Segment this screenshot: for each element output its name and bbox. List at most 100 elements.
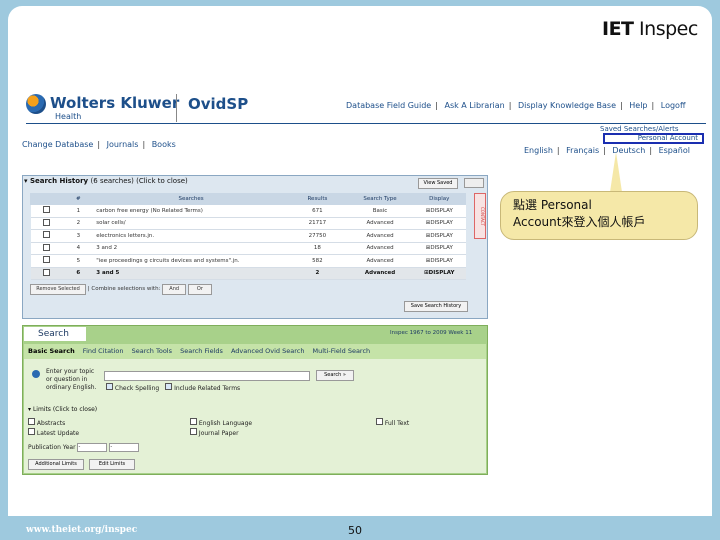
- link-books[interactable]: Books: [152, 140, 176, 149]
- lang-english[interactable]: English: [524, 146, 553, 155]
- row-search: electronics letters.jn.: [94, 229, 288, 243]
- link-change-database[interactable]: Change Database: [22, 140, 93, 149]
- link-help[interactable]: Help: [629, 101, 647, 110]
- enter-topic-line-3: ordinary English.: [46, 384, 97, 391]
- row-type: Advanced: [347, 267, 414, 280]
- page-number: 50: [348, 524, 362, 537]
- limit-label: Full Text: [384, 420, 410, 427]
- table-row: 4 3 and 2 18 Advanced ⊞DISPLAY: [30, 242, 466, 255]
- combine-and-button[interactable]: And: [162, 284, 187, 295]
- limit-journal-paper[interactable]: Journal Paper: [190, 428, 239, 437]
- row-select-cell: [30, 242, 63, 255]
- save-search-history-button[interactable]: Save Search History: [404, 301, 468, 312]
- search-panel-title: Search: [24, 327, 86, 341]
- table-row: 2 solar cells/ 21717 Advanced ⊞DISPLAY: [30, 217, 466, 230]
- limit-latest-update[interactable]: Latest Update: [28, 428, 79, 437]
- limit-checkbox[interactable]: [190, 428, 197, 435]
- column-header-display: Display: [412, 193, 467, 205]
- pub-year-to-select[interactable]: -: [109, 443, 140, 452]
- lang-espanol[interactable]: Español: [659, 146, 690, 155]
- limits-header[interactable]: ▾ Limits (Click to close): [28, 406, 97, 413]
- row-display-link[interactable]: ⊞DISPLAY: [413, 229, 466, 243]
- row-checkbox[interactable]: [42, 218, 50, 226]
- row-type: Basic: [347, 204, 414, 218]
- tab-search-tools[interactable]: Search Tools: [132, 347, 172, 355]
- wolters-kluwer-health: Health: [55, 112, 82, 121]
- limit-checkbox[interactable]: [28, 418, 35, 425]
- row-display-label: DISPLAY: [430, 207, 453, 214]
- table-row: 1 carbon free energy (No Related Terms) …: [30, 204, 466, 218]
- separator: |: [620, 101, 623, 110]
- combine-or-button[interactable]: Or: [187, 284, 212, 295]
- row-search: 3 and 2: [94, 242, 288, 255]
- search-history-header[interactable]: ▾ Search History (6 searches) (Click to …: [24, 177, 188, 185]
- row-select-cell: [30, 267, 63, 280]
- row-display-link[interactable]: ⊞DISPLAY: [413, 254, 466, 268]
- lang-francais[interactable]: Français: [566, 146, 599, 155]
- callout-pointer: [610, 152, 622, 192]
- row-type: Advanced: [347, 242, 414, 255]
- row-display-label: DISPLAY: [430, 257, 453, 264]
- link-database-field-guide[interactable]: Database Field Guide: [346, 101, 431, 110]
- limit-english-language[interactable]: English Language: [190, 418, 252, 427]
- row-search: solar cells/: [94, 217, 288, 230]
- separator: |: [97, 140, 101, 149]
- row-checkbox[interactable]: [42, 243, 50, 251]
- row-checkbox[interactable]: [42, 231, 50, 239]
- limit-checkbox[interactable]: [190, 418, 197, 425]
- additional-limits-button[interactable]: Additional Limits: [28, 459, 84, 470]
- row-num: 3: [62, 229, 95, 243]
- row-search: 3 and 5: [94, 267, 288, 280]
- view-saved-button[interactable]: View Saved: [418, 178, 458, 189]
- row-display-link[interactable]: ⊞DISPLAY: [413, 242, 466, 255]
- check-spelling-checkbox[interactable]: [106, 383, 113, 390]
- edit-limits-button[interactable]: Edit Limits: [89, 459, 135, 470]
- row-checkbox[interactable]: [42, 256, 50, 264]
- link-personal-account[interactable]: Personal Account: [603, 133, 704, 144]
- contact-side-tab[interactable]: CONTACT: [474, 193, 486, 239]
- pub-year-from-value: -: [78, 444, 81, 450]
- link-logoff[interactable]: Logoff: [661, 101, 686, 110]
- limit-full-text[interactable]: Full Text: [376, 418, 409, 427]
- row-display-label: DISPLAY: [430, 220, 453, 227]
- top-links: Database Field Guide | Ask A Librarian | D…: [346, 101, 685, 110]
- limit-checkbox[interactable]: [28, 428, 35, 435]
- history-tool-button[interactable]: [464, 178, 484, 188]
- row-display-link[interactable]: ⊞DISPLAY: [413, 267, 466, 280]
- include-related-checkbox[interactable]: [165, 383, 173, 390]
- row-checkbox[interactable]: [42, 268, 50, 276]
- row-results: 21717: [287, 217, 348, 230]
- row-type: Advanced: [347, 217, 414, 230]
- tab-find-citation[interactable]: Find Citation: [83, 347, 124, 355]
- row-select-cell: [30, 229, 63, 243]
- link-display-knowledge-base[interactable]: Display Knowledge Base: [518, 101, 616, 110]
- link-saved-searches[interactable]: Saved Searches/Alerts: [600, 125, 679, 133]
- row-display-link[interactable]: ⊞DISPLAY: [413, 204, 466, 218]
- pub-year-from-select[interactable]: -: [77, 443, 108, 452]
- tab-search-fields[interactable]: Search Fields: [180, 347, 223, 355]
- limit-label: English Language: [198, 420, 253, 427]
- search-history-table: # Searches Results Search Type Display 1…: [30, 193, 467, 280]
- limit-abstracts[interactable]: Abstracts: [28, 418, 65, 427]
- separator: |: [651, 101, 655, 110]
- enter-topic-prompt: Enter your topic or question in ordinary…: [46, 368, 96, 392]
- search-input[interactable]: [104, 371, 310, 381]
- language-links: English | Français | Deutsch | Español: [524, 146, 690, 155]
- table-header-row: # Searches Results Search Type Display: [30, 193, 467, 205]
- publication-year-row: Publication Year - -: [28, 443, 140, 452]
- row-results: 671: [287, 204, 348, 218]
- limit-checkbox[interactable]: [376, 418, 383, 425]
- tab-basic-search[interactable]: Basic Search: [28, 347, 75, 355]
- remove-selected-button[interactable]: Remove Selected: [30, 284, 86, 295]
- footer-url: www.theiet.org/inspec: [26, 525, 138, 535]
- collapse-triangle-icon: ▾: [24, 177, 28, 185]
- tab-multi-field-search[interactable]: Multi-Field Search: [313, 347, 371, 355]
- row-type: Advanced: [347, 229, 414, 243]
- wolters-kluwer-logo-icon: [26, 94, 46, 114]
- row-display-link[interactable]: ⊞DISPLAY: [413, 217, 466, 230]
- tab-advanced-ovid-search[interactable]: Advanced Ovid Search: [231, 347, 304, 355]
- row-checkbox[interactable]: [42, 206, 50, 214]
- link-journals[interactable]: Journals: [107, 140, 139, 149]
- search-button[interactable]: Search »: [316, 370, 354, 381]
- link-ask-a-librarian[interactable]: Ask A Librarian: [444, 101, 504, 110]
